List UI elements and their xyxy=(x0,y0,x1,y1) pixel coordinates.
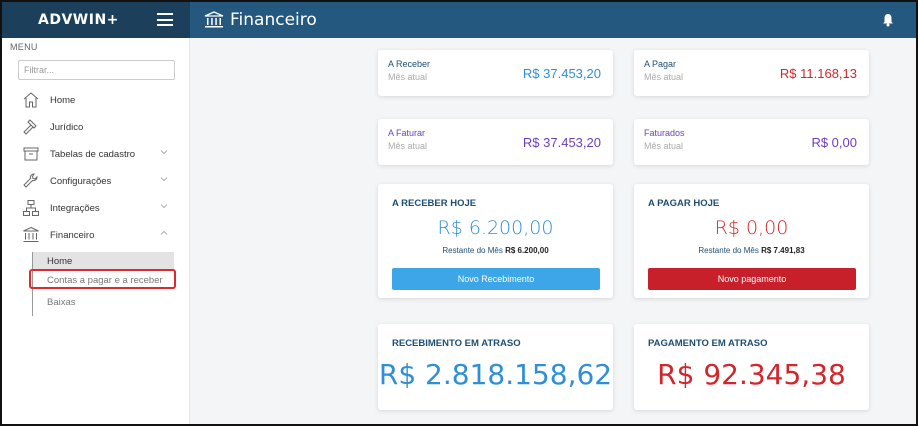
card-recebimento-atraso[interactable]: RECEBIMENTO EM ATRASO R$ 2.818.158,62 xyxy=(378,324,613,410)
highlight-annotation xyxy=(29,269,176,289)
sidebar: MENU Home Jurídico Tabelas de cadastro xyxy=(2,38,190,424)
sidebar-item-juridico[interactable]: Jurídico xyxy=(22,117,172,137)
card-title: A PAGAR HOJE xyxy=(648,198,720,209)
card-value: R$ 0,00 xyxy=(714,217,789,239)
header: Financeiro xyxy=(190,2,916,38)
sidebar-item-configuracoes[interactable]: Configurações xyxy=(22,171,172,191)
new-receipt-button[interactable]: Novo Recebimento xyxy=(392,268,600,290)
app-logo[interactable]: ADVWIN+ xyxy=(38,12,119,28)
sidebar-item-label: Jurídico xyxy=(50,121,84,133)
card-subtitle: Mês atual xyxy=(644,72,684,82)
gavel-icon xyxy=(23,119,37,135)
remaining-value: R$ 7.491,83 xyxy=(761,246,805,255)
sidebar-item-financeiro[interactable]: Financeiro xyxy=(22,225,172,245)
sidebar-item-label: Financeiro xyxy=(50,229,95,241)
sidebar-item-home[interactable]: Home xyxy=(22,90,172,110)
sidebar-item-label: Configurações xyxy=(50,175,112,187)
subnav-item-baixas[interactable]: Baixas xyxy=(33,293,174,311)
card-title: PAGAMENTO EM ATRASO xyxy=(648,338,768,349)
remaining-value: R$ 6.200,00 xyxy=(505,246,549,255)
home-icon xyxy=(23,92,39,108)
remaining-month: Restante do Mês R$ 6.200,00 xyxy=(378,246,613,255)
top-bar: ADVWIN+ Financeiro xyxy=(2,2,916,38)
chevron-up-icon xyxy=(160,230,168,235)
bank-icon xyxy=(23,226,39,242)
app-window: ADVWIN+ Financeiro MENU Filtrar... Home … xyxy=(0,0,918,426)
card-subtitle: Mês atual xyxy=(644,141,684,151)
card-pagar-hoje: A PAGAR HOJE R$ 0,00 Restante do Mês R$ … xyxy=(634,184,869,298)
card-pagamento-atraso[interactable]: PAGAMENTO EM ATRASO R$ 92.345,38 xyxy=(634,324,869,410)
card-title: A Pagar xyxy=(644,59,677,69)
card-a-faturar[interactable]: A Faturar Mês atual R$ 37.453,20 xyxy=(378,119,613,165)
bank-icon xyxy=(204,11,224,28)
card-value: R$ 0,00 xyxy=(811,135,857,150)
card-value: R$ 37.453,20 xyxy=(522,135,601,150)
page-title: Financeiro xyxy=(230,10,317,30)
chevron-down-icon xyxy=(160,150,168,155)
chevron-down-icon xyxy=(160,204,168,209)
card-receber-hoje: A RECEBER HOJE R$ 6.200,00 Restante do M… xyxy=(378,184,613,298)
bell-icon[interactable] xyxy=(882,13,894,27)
card-title: Faturados xyxy=(644,128,685,138)
card-value: R$ 2.818.158,62 xyxy=(378,358,613,391)
card-subtitle: Mês atual xyxy=(388,141,428,151)
chevron-down-icon xyxy=(160,177,168,182)
card-value: R$ 11.168,13 xyxy=(779,66,857,81)
subnav-item-home[interactable]: Home xyxy=(33,252,174,270)
menu-label: MENU xyxy=(10,42,38,52)
menu-toggle-icon[interactable] xyxy=(157,13,173,26)
remaining-label: Restante do Mês xyxy=(442,246,503,255)
network-icon xyxy=(23,200,39,216)
card-title: A Faturar xyxy=(388,128,426,138)
card-value: R$ 92.345,38 xyxy=(657,358,846,391)
card-a-receber[interactable]: A Receber Mês atual R$ 37.453,20 xyxy=(378,50,613,96)
card-title: A RECEBER HOJE xyxy=(392,198,477,209)
sidebar-item-label: Integrações xyxy=(50,202,100,214)
sidebar-item-label: Home xyxy=(50,94,76,106)
new-payment-button[interactable]: Novo pagamento xyxy=(648,268,856,290)
sidebar-item-integracoes[interactable]: Integrações xyxy=(22,198,172,218)
card-faturados[interactable]: Faturados Mês atual R$ 0,00 xyxy=(634,119,869,165)
card-subtitle: Mês atual xyxy=(388,72,428,82)
sidebar-item-tabelas[interactable]: Tabelas de cadastro xyxy=(22,144,172,164)
card-title: A Receber xyxy=(388,59,431,69)
card-value: R$ 6.200,00 xyxy=(437,217,554,239)
card-a-pagar[interactable]: A Pagar Mês atual R$ 11.168,13 xyxy=(634,50,869,96)
remaining-month: Restante do Mês R$ 7.491,83 xyxy=(634,246,869,255)
logo-area: ADVWIN+ xyxy=(2,2,190,38)
remaining-label: Restante do Mês xyxy=(698,246,759,255)
wrench-icon xyxy=(23,173,38,188)
filter-input[interactable] xyxy=(18,60,175,80)
archive-box-icon xyxy=(23,147,39,161)
sidebar-item-label: Tabelas de cadastro xyxy=(50,148,136,160)
card-value: R$ 37.453,20 xyxy=(522,66,601,81)
card-title: RECEBIMENTO EM ATRASO xyxy=(392,338,521,349)
